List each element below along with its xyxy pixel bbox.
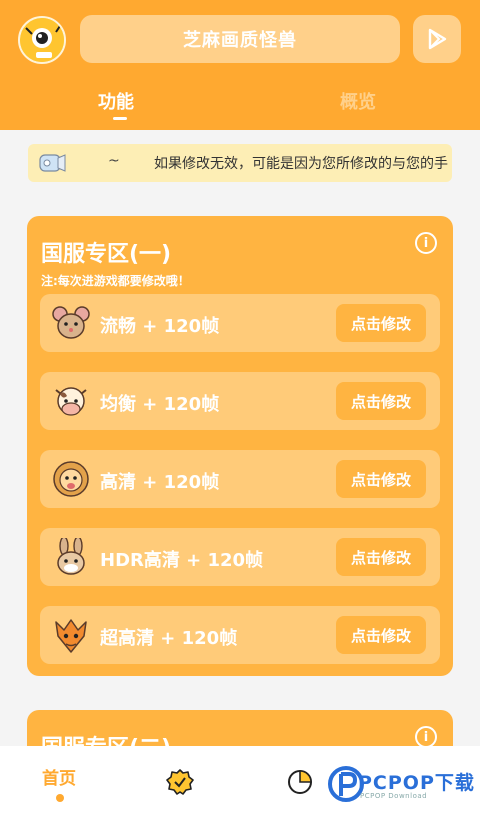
quality-row: 高清 + 120帧 点击修改 [40, 450, 440, 508]
quality-row: 流畅 + 120帧 点击修改 [40, 294, 440, 352]
modify-button[interactable]: 点击修改 [336, 616, 426, 654]
active-tab-indicator [113, 117, 127, 120]
quality-row: HDR高清 + 120帧 点击修改 [40, 528, 440, 586]
play-icon [428, 28, 447, 50]
notice-text: 如果修改无效，可能是因为您所修改的与您的手 [154, 156, 448, 172]
watermark-text: PCPOP下载 [358, 772, 475, 794]
app-title: 芝麻画质怪兽 [80, 15, 400, 63]
row-label: 流畅 + 120帧 [100, 316, 220, 337]
modify-button[interactable]: 点击修改 [336, 460, 426, 498]
row-label: 超高清 + 120帧 [100, 628, 238, 649]
card-title: 国服专区(一) [41, 242, 172, 267]
notice-banner: ~ 如果修改无效，可能是因为您所修改的与您的手 [28, 144, 452, 182]
row-label: HDR高清 + 120帧 [100, 550, 264, 571]
quality-row: 均衡 + 120帧 点击修改 [40, 372, 440, 430]
nav-active-dot [56, 794, 64, 802]
info-icon[interactable]: i [415, 726, 437, 748]
play-button[interactable] [413, 15, 461, 63]
lion-icon [53, 461, 89, 497]
bottom-navigation: 首页 PCPOP下载 PCPOP Download [0, 746, 480, 820]
tab-overview[interactable]: 概览 [340, 88, 376, 114]
server-zone-card-1: 国服专区(一) 注:每次进游戏都要修改哦！ i 流畅 + 120帧 点击修改 均… [27, 216, 453, 676]
megaphone-icon [39, 154, 66, 172]
watermark-logo: PCPOP下载 PCPOP Download [328, 762, 478, 808]
top-header: 芝麻画质怪兽 功能 概览 [0, 0, 480, 130]
rabbit-icon [57, 538, 85, 575]
watermark-subtext: PCPOP Download [360, 792, 428, 800]
mouse-icon [52, 306, 90, 339]
modify-button[interactable]: 点击修改 [336, 538, 426, 576]
cow-icon [55, 387, 87, 416]
badge-check-icon[interactable] [166, 768, 194, 796]
card-subtitle: 注:每次进游戏都要修改哦！ [41, 274, 190, 288]
quality-row: 超高清 + 120帧 点击修改 [40, 606, 440, 664]
tab-function[interactable]: 功能 [98, 88, 134, 114]
dragon-icon [55, 619, 87, 653]
modify-button[interactable]: 点击修改 [336, 382, 426, 420]
notice-prefix: ~ [108, 153, 120, 169]
mascot-icon [20, 18, 64, 62]
info-icon[interactable]: i [415, 232, 437, 254]
avatar[interactable] [18, 16, 66, 64]
nav-home[interactable]: 首页 [42, 764, 76, 789]
modify-button[interactable]: 点击修改 [336, 304, 426, 342]
pie-chart-icon[interactable] [286, 768, 314, 796]
row-label: 高清 + 120帧 [100, 472, 220, 493]
row-label: 均衡 + 120帧 [100, 394, 220, 415]
